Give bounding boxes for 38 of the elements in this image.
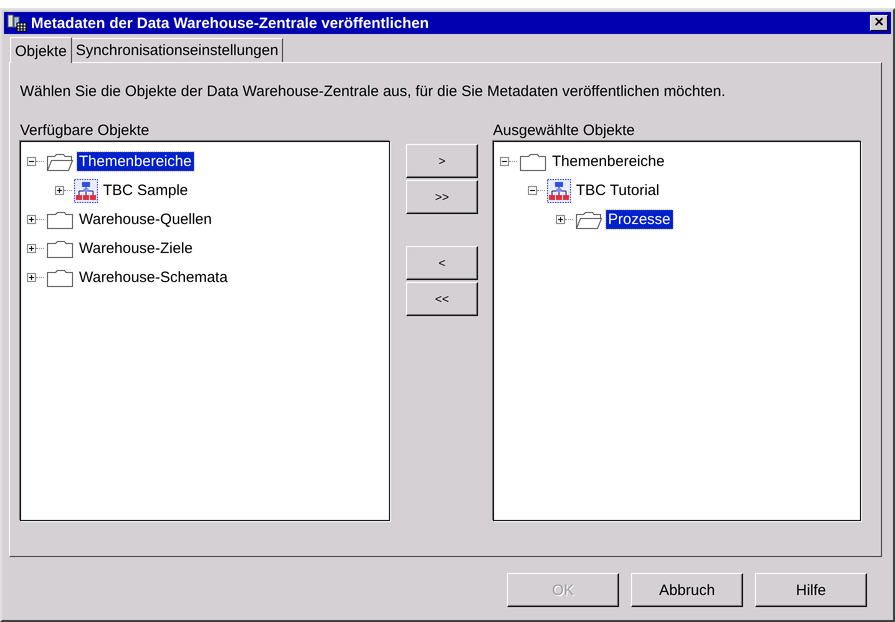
expand-toggle[interactable] <box>556 215 565 224</box>
open-folder-icon <box>575 210 603 230</box>
tab[interactable]: Objekte <box>10 37 72 63</box>
remove-all-button[interactable]: << <box>406 282 478 316</box>
open-folder-icon <box>46 152 74 172</box>
app-icon <box>7 14 27 32</box>
collapse-toggle[interactable] <box>27 157 36 166</box>
tree-item[interactable]: Prozesse <box>606 210 673 229</box>
tree-item[interactable]: Warehouse-Schemata <box>77 268 230 287</box>
collapse-toggle[interactable] <box>500 157 509 166</box>
instruction-text: Wählen Sie die Objekte der Data Warehouse-Zentrale aus, für die Sie Metadaten veröffentlichen möchten. <box>20 83 726 100</box>
add-all-button[interactable]: >> <box>406 180 478 214</box>
add-button[interactable]: > <box>406 144 478 178</box>
expand-toggle[interactable] <box>55 186 64 195</box>
expand-toggle[interactable] <box>27 215 36 224</box>
tab[interactable]: Synchronisationseinstellungen <box>70 38 284 62</box>
tree-item[interactable]: TBC Sample <box>101 181 190 200</box>
hierarchy-icon <box>74 178 98 202</box>
tree-item[interactable]: Warehouse-Quellen <box>77 210 214 229</box>
collapse-toggle[interactable] <box>528 186 537 195</box>
folder-icon <box>46 210 74 230</box>
tree-item[interactable]: Themenbereiche <box>550 152 667 171</box>
window-title: Metadaten der Data Warehouse-Zentrale veröffentlichen <box>31 14 430 32</box>
cancel-button[interactable]: Abbruch <box>631 573 743 607</box>
remove-button[interactable]: < <box>406 246 478 280</box>
tree-item[interactable]: TBC Tutorial <box>574 181 662 200</box>
list-label: Ausgewählte Objekte <box>493 122 636 139</box>
help-button[interactable]: Hilfe <box>755 573 867 607</box>
expand-toggle[interactable] <box>27 244 36 253</box>
close-button[interactable]: × <box>870 15 888 31</box>
list-label: Verfügbare Objekte <box>20 122 150 139</box>
hierarchy-icon <box>547 178 571 202</box>
folder-icon <box>46 268 74 288</box>
folder-icon <box>519 152 547 172</box>
folder-icon <box>46 238 74 258</box>
tree-item[interactable]: Themenbereiche <box>77 152 194 171</box>
expand-toggle[interactable] <box>27 273 36 282</box>
tree-item[interactable]: Warehouse-Ziele <box>77 239 195 258</box>
